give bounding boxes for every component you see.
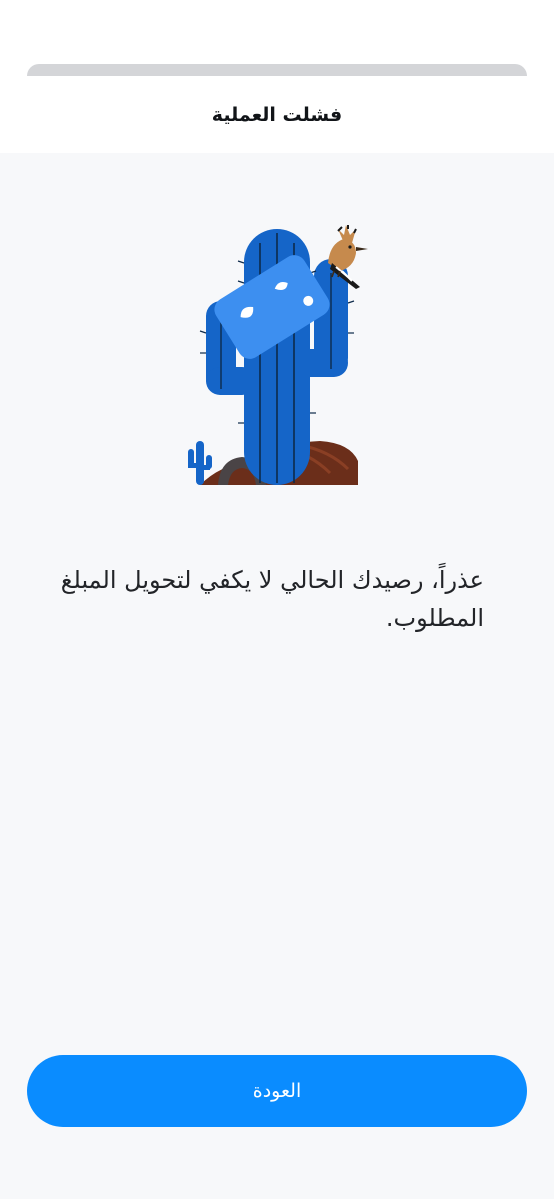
back-button[interactable]: العودة: [27, 1055, 527, 1127]
main-content: عذراً، رصيدك الحالي لا يكفي لتحويل المبل…: [0, 153, 554, 1199]
page-title: فشلت العملية: [211, 103, 343, 126]
cactus-illustration: [188, 225, 368, 485]
insufficient-balance-message: عذراً، رصيدك الحالي لا يكفي لتحويل المبل…: [60, 566, 484, 632]
back-button-label: العودة: [252, 1080, 302, 1102]
header: فشلت العملية: [0, 76, 554, 153]
